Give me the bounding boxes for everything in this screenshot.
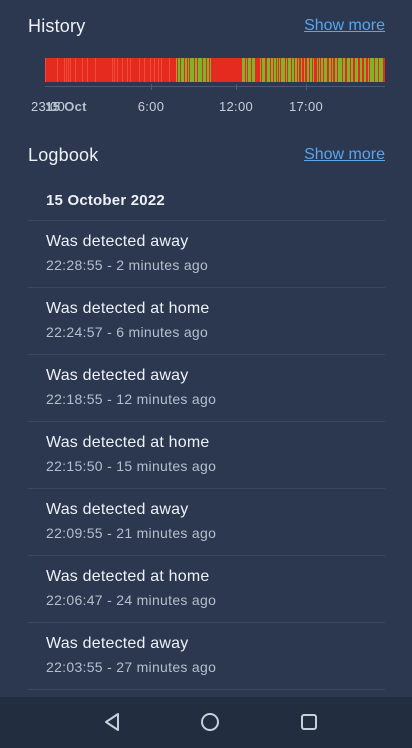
logbook-entry[interactable]: Was detected at home 22:06:47 - 24 minut… xyxy=(28,556,385,623)
logbook-entry[interactable]: Was detected away 22:03:55 - 27 minutes … xyxy=(28,623,385,690)
back-triangle-icon[interactable] xyxy=(100,710,124,734)
axis-label-6: 6:00 xyxy=(137,99,165,114)
entry-timestamp: 22:03:55 - 27 minutes ago xyxy=(46,659,217,675)
history-header: History Show more xyxy=(28,14,385,38)
entry-message: Was detected away xyxy=(46,367,189,384)
axis-label-day: 15 Oct xyxy=(45,99,87,114)
logbook-header: Logbook Show more xyxy=(28,143,385,167)
logbook-entry[interactable]: Was detected away 22:18:55 - 12 minutes … xyxy=(28,355,385,422)
timeline-axis-line xyxy=(45,86,385,87)
logbook-entry[interactable]: Was detected away 22:09:55 - 21 minutes … xyxy=(28,489,385,556)
logbook-entry[interactable]: Was detected at home 22:24:57 - 6 minute… xyxy=(28,288,385,355)
entry-timestamp: 22:28:55 - 2 minutes ago xyxy=(46,257,209,273)
logbook-show-more-link[interactable]: Show more xyxy=(304,146,385,164)
system-navigation-bar xyxy=(0,697,412,748)
entry-timestamp: 22:09:55 - 21 minutes ago xyxy=(46,525,217,541)
entry-timestamp: 22:18:55 - 12 minutes ago xyxy=(46,391,217,407)
entry-timestamp: 22:06:47 - 24 minutes ago xyxy=(46,592,217,608)
history-timeline-graphic xyxy=(45,58,385,82)
logbook-entry[interactable]: Was detected away 22:28:55 - 2 minutes a… xyxy=(28,221,385,288)
home-circle-icon[interactable] xyxy=(198,710,222,734)
entry-message: Was detected at home xyxy=(46,434,210,451)
entry-message: Was detected away xyxy=(46,233,189,250)
logbook-title: Logbook xyxy=(28,144,99,165)
history-timeline-bar[interactable] xyxy=(45,58,385,82)
history-show-more-link[interactable]: Show more xyxy=(304,17,385,35)
timeline-tick xyxy=(151,84,152,90)
logbook-entry[interactable]: Was detected at home 22:15:50 - 15 minut… xyxy=(28,422,385,489)
timeline-tick xyxy=(306,84,307,90)
entry-message: Was detected away xyxy=(46,635,189,652)
axis-label-12: 12:00 xyxy=(218,99,254,114)
entry-message: Was detected at home xyxy=(46,568,210,585)
history-title: History xyxy=(28,15,86,36)
axis-label-17: 17:00 xyxy=(288,99,324,114)
entry-message: Was detected away xyxy=(46,501,189,518)
logbook-list: 15 October 2022 Was detected away 22:28:… xyxy=(28,180,385,690)
entry-message: Was detected at home xyxy=(46,300,210,317)
recents-square-icon[interactable] xyxy=(297,710,321,734)
entry-timestamp: 22:15:50 - 15 minutes ago xyxy=(46,458,217,474)
logbook-date-heading: 15 October 2022 xyxy=(28,180,385,221)
entry-timestamp: 22:24:57 - 6 minutes ago xyxy=(46,324,209,340)
timeline-tick xyxy=(236,84,237,90)
app-screen: History Show more 23:00 15 Oct 6:00 12:0… xyxy=(0,0,412,748)
